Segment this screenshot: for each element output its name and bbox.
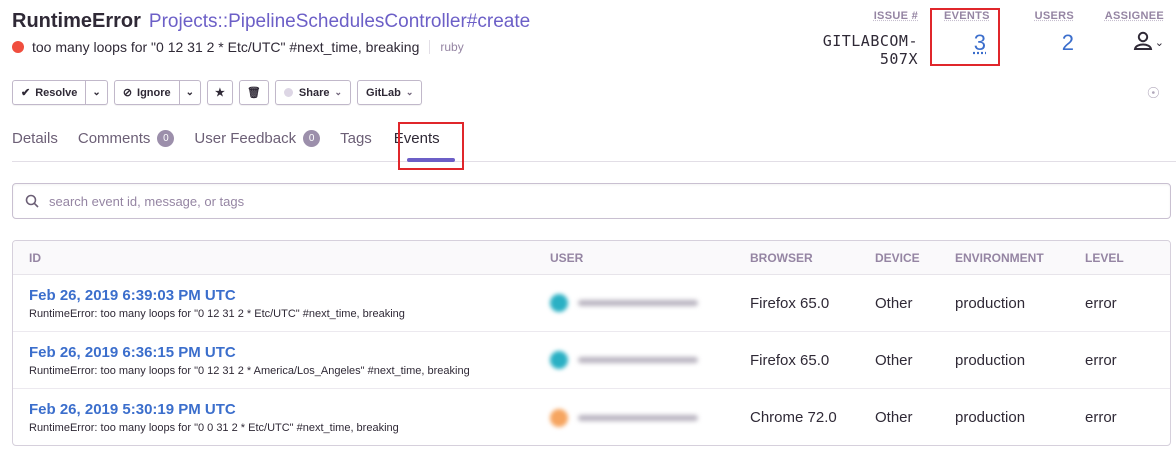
event-level: error <box>1085 351 1117 369</box>
events-table: ID USER BROWSER DEVICE ENVIRONMENT LEVEL… <box>12 240 1171 446</box>
platform-label: ruby <box>429 40 464 54</box>
event-level: error <box>1085 409 1117 426</box>
event-level: error <box>1085 294 1117 312</box>
resolve-label: Resolve <box>35 86 78 99</box>
stat-assignee-label: ASSIGNEE <box>1104 10 1164 22</box>
event-link[interactable]: Feb 26, 2019 6:36:15 PM UTC <box>29 344 550 361</box>
event-link[interactable]: Feb 26, 2019 6:39:03 PM UTC <box>29 287 550 304</box>
stat-issue-number: ISSUE # GITLABCOM-507X <box>780 10 930 68</box>
stat-issue-label: ISSUE # <box>873 10 918 22</box>
stat-events-link[interactable]: 3 <box>974 30 986 55</box>
event-user[interactable] <box>550 408 750 427</box>
search-icon <box>25 194 39 208</box>
user-feedback-count-badge: 0 <box>303 130 321 147</box>
issue-stats: ISSUE # GITLABCOM-507X EVENTS 3 USERS 2 … <box>780 8 1176 68</box>
event-device: Other <box>875 351 913 369</box>
event-message: RuntimeError: too many loops for "0 12 3… <box>29 364 470 377</box>
tab-comments-label: Comments <box>77 130 151 147</box>
chevron-down-icon: ⌄ <box>334 87 343 97</box>
issue-toolbar: ✔ Resolve ⌄ ⊘ Ignore ⌄ ★ 🗑 Share ⌄ GitLa… <box>12 80 423 105</box>
chevron-down-icon: ⌄ <box>1154 36 1164 49</box>
chevron-down-icon: ⌄ <box>405 87 414 97</box>
share-status-dot <box>283 88 293 97</box>
tab-user-feedback-label: User Feedback <box>194 130 297 147</box>
redacted-email <box>578 300 698 306</box>
ignore-button[interactable]: ⊘ Ignore <box>113 80 180 105</box>
ignore-group: ⊘ Ignore ⌄ <box>113 80 202 105</box>
event-message: RuntimeError: too many loops for "0 0 31… <box>29 422 399 434</box>
header-browser: BROWSER <box>750 250 813 265</box>
event-environment: production <box>955 409 1026 426</box>
event-device: Other <box>875 294 913 312</box>
event-environment: production <box>955 351 1026 369</box>
share-label: Share <box>298 86 330 99</box>
highlight-box-events-tab <box>398 122 464 170</box>
star-icon: ★ <box>215 87 225 99</box>
stat-events-label: EVENTS <box>944 10 990 22</box>
redacted-email <box>578 414 698 421</box>
table-row[interactable]: Feb 26, 2019 5:30:19 PM UTC RuntimeError… <box>13 389 1170 445</box>
stat-issue-value[interactable]: GITLABCOM-507X <box>792 32 918 68</box>
avatar <box>550 408 568 427</box>
error-type: RuntimeError <box>12 10 141 32</box>
error-level-dot <box>12 41 24 53</box>
table-row[interactable]: Feb 26, 2019 6:36:15 PM UTC RuntimeError… <box>13 332 1170 389</box>
tab-tags-label: Tags <box>340 130 372 147</box>
table-row[interactable]: Feb 26, 2019 6:39:03 PM UTC RuntimeError… <box>13 275 1170 332</box>
stat-assignee: ASSIGNEE ⌄ <box>1086 10 1176 68</box>
ignore-dropdown-button[interactable]: ⌄ <box>179 80 202 105</box>
assignee-selector[interactable]: ⌄ <box>1098 30 1164 51</box>
event-user[interactable] <box>550 294 750 312</box>
chevron-down-icon: ⌄ <box>92 87 101 98</box>
stat-users-label: USERS <box>1034 10 1074 22</box>
tab-details-label: Details <box>12 130 58 147</box>
eye-icon[interactable]: ☉ <box>1147 84 1160 102</box>
error-message: too many loops for "0 12 31 2 * Etc/UTC"… <box>32 39 420 55</box>
table-header: ID USER BROWSER DEVICE ENVIRONMENT LEVEL <box>13 241 1170 275</box>
tab-comments[interactable]: Comments 0 <box>78 122 175 161</box>
event-browser: Firefox 65.0 <box>750 294 830 312</box>
header-user: USER <box>550 250 584 265</box>
bookmark-button[interactable]: ★ <box>207 80 233 105</box>
resolve-dropdown-button[interactable]: ⌄ <box>86 80 108 105</box>
tab-user-feedback[interactable]: User Feedback 0 <box>194 122 321 161</box>
avatar <box>550 294 568 312</box>
delete-button[interactable]: 🗑 <box>238 80 269 105</box>
error-culprit: Projects::PipelineSchedulesController#cr… <box>148 11 531 32</box>
chevron-down-icon: ⌄ <box>185 87 195 98</box>
event-browser: Firefox 65.0 <box>750 351 830 369</box>
avatar <box>550 351 568 369</box>
stat-users: USERS 2 <box>1006 10 1086 68</box>
event-browser: Chrome 72.0 <box>750 409 837 426</box>
header-device: DEVICE <box>875 250 920 265</box>
comments-count-badge: 0 <box>157 130 175 147</box>
event-device: Other <box>875 409 913 426</box>
search-input[interactable] <box>49 193 1080 209</box>
resolve-group: ✔ Resolve ⌄ <box>12 80 108 105</box>
share-button[interactable]: Share ⌄ <box>274 80 352 105</box>
gitlab-button[interactable]: GitLab ⌄ <box>357 80 423 105</box>
resolve-button[interactable]: ✔ Resolve <box>12 80 87 105</box>
user-icon <box>1133 31 1152 50</box>
tab-tags[interactable]: Tags <box>340 122 372 161</box>
stat-users-value[interactable]: 2 <box>1018 30 1074 56</box>
trash-icon: 🗑 <box>246 87 261 99</box>
issue-header: RuntimeError Projects::PipelineSchedules… <box>12 10 530 55</box>
issue-tabs: Details Comments 0 User Feedback 0 Tags Ev… <box>12 122 1176 162</box>
ignore-icon: ⊘ <box>122 87 133 99</box>
redacted-email <box>578 357 698 363</box>
ignore-label: Ignore <box>137 86 171 99</box>
header-id: ID <box>29 250 41 265</box>
event-search-bar[interactable] <box>12 183 1171 219</box>
event-user[interactable] <box>550 351 750 369</box>
checkmark-icon: ✔ <box>21 87 31 99</box>
event-link[interactable]: Feb 26, 2019 5:30:19 PM UTC <box>29 401 550 418</box>
header-level: LEVEL <box>1085 250 1124 265</box>
header-environment: ENVIRONMENT <box>955 250 1044 265</box>
tab-details[interactable]: Details <box>12 122 58 161</box>
event-environment: production <box>955 294 1026 312</box>
stat-events: EVENTS 3 <box>930 8 1000 66</box>
gitlab-label: GitLab <box>366 86 401 99</box>
event-message: RuntimeError: too many loops for "0 12 3… <box>29 307 405 320</box>
